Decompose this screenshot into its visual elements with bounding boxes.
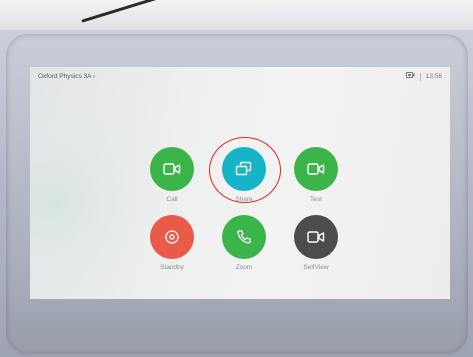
zoom-button[interactable] — [222, 215, 266, 259]
photo-background: Oxford Physics 3A › 13:56 Call Share Tes… — [0, 0, 473, 357]
tile-standby: Standby — [137, 215, 207, 271]
zoom-label: Zoom — [235, 264, 253, 271]
video-camera-icon — [163, 163, 181, 175]
video-camera-icon — [307, 163, 325, 175]
video-camera-icon — [307, 231, 325, 243]
test-button[interactable] — [294, 147, 338, 191]
tile-selfview: SelfView — [281, 215, 351, 271]
device-bottom-edge — [6, 305, 468, 357]
tile-test: Test — [281, 147, 351, 203]
test-label: Test — [310, 196, 322, 203]
standby-icon — [165, 230, 179, 244]
home-button-grid: Call Share Test Standby Zoom SelfView — [30, 67, 450, 299]
call-label: Call — [166, 196, 178, 203]
call-button[interactable] — [150, 147, 194, 191]
tile-zoom: Zoom — [209, 215, 279, 271]
selfview-label: SelfView — [303, 264, 329, 271]
standby-button[interactable] — [150, 215, 194, 259]
share-button[interactable] — [222, 147, 266, 191]
wall-background — [0, 0, 473, 30]
tile-share: Share — [209, 147, 279, 203]
share-label: Share — [235, 196, 253, 203]
tile-call: Call — [137, 147, 207, 203]
phone-icon — [237, 230, 251, 244]
standby-label: Standby — [160, 264, 184, 271]
share-screens-icon — [235, 161, 252, 176]
selfview-button[interactable] — [294, 215, 338, 259]
touch-panel-screen: Oxford Physics 3A › 13:56 Call Share Tes… — [30, 67, 450, 299]
